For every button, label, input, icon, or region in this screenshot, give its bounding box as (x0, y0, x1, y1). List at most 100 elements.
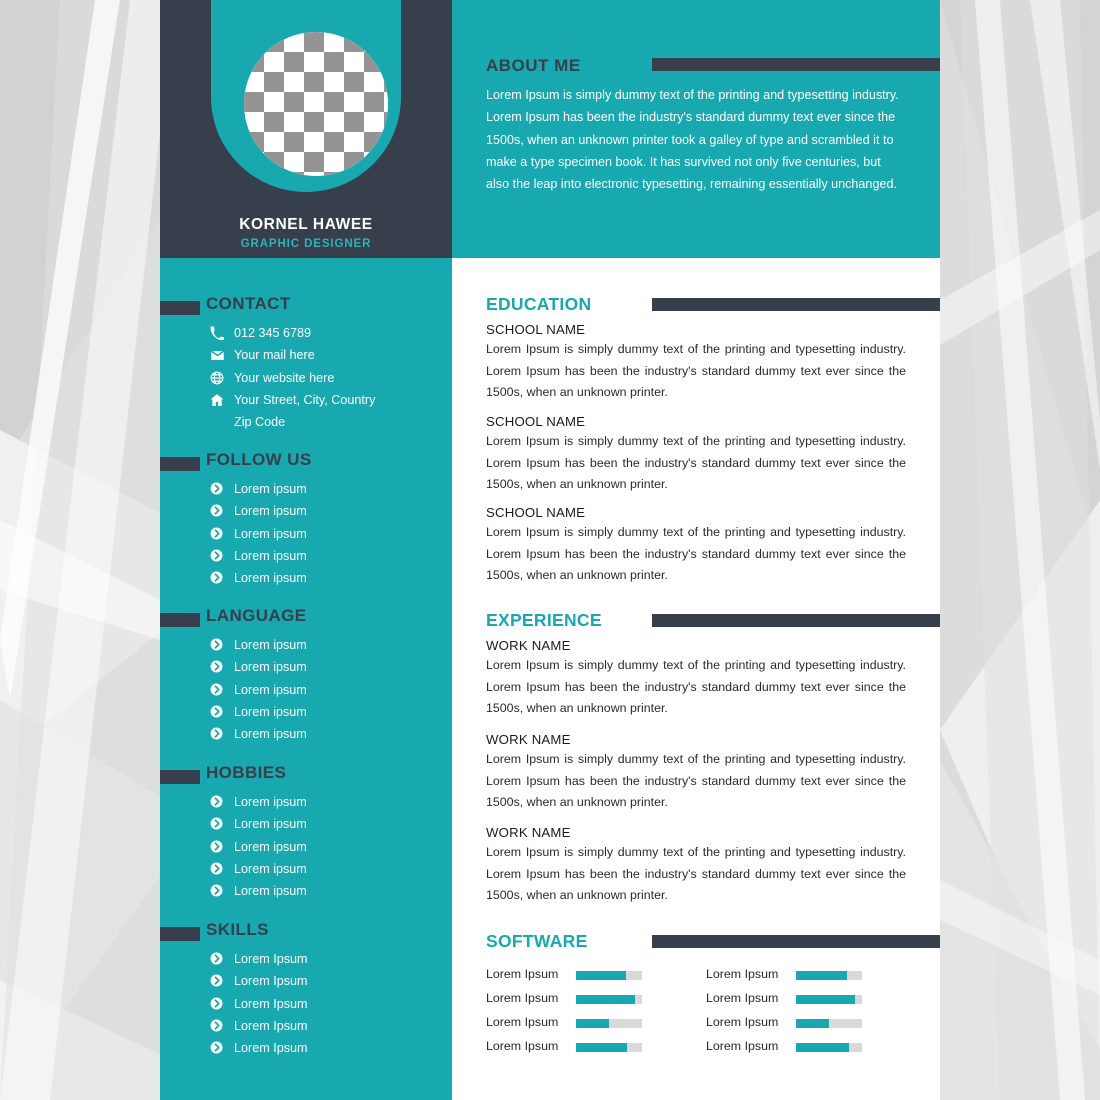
entry-heading: SCHOOL NAME (486, 322, 586, 337)
chevron-right-circle-icon (210, 504, 226, 520)
phone-icon (210, 326, 226, 342)
list-item-label: Lorem ipsum (234, 682, 307, 697)
list-item[interactable]: 012 345 6789 (160, 324, 452, 346)
education-entry: SCHOOL NAME Lorem Ipsum is simply dummy … (486, 505, 906, 587)
education-title: EDUCATION (486, 294, 592, 314)
list-item-label: Lorem ipsum (234, 795, 307, 809)
person-name: KORNEL HAWEE (239, 216, 373, 233)
sidebar: CONTACT 012 345 6789 Your mail here Your… (160, 258, 452, 1100)
software-accent-bar (652, 935, 940, 948)
skills-title: SKILLS (206, 920, 269, 939)
list-item[interactable]: Your Street, City, Country (160, 391, 452, 413)
list-item-label: Lorem ipsum (234, 704, 307, 719)
list-item[interactable]: Lorem Ipsum (160, 972, 452, 994)
software-skill-track (576, 995, 642, 1004)
list-item[interactable]: Lorem ipsum (160, 569, 452, 591)
list-item[interactable]: Lorem Ipsum (160, 995, 452, 1017)
chevron-right-circle-icon (210, 1019, 226, 1035)
software-skill-fill (796, 995, 856, 1004)
chevron-right-circle-icon (210, 727, 226, 743)
chevron-right-circle-icon (210, 571, 226, 587)
experience-entry: WORK NAME Lorem Ipsum is simply dummy te… (486, 638, 906, 720)
list-item-label: Your website here (234, 370, 335, 385)
list-item[interactable]: Lorem ipsum (160, 658, 452, 680)
entry-body: Lorem Ipsum is simply dummy text of the … (486, 845, 906, 902)
list-item[interactable]: Lorem ipsum (160, 525, 452, 547)
follow-us-list: Lorem ipsum Lorem ipsum Lorem ipsum Lore… (160, 480, 452, 591)
entry-heading: WORK NAME (486, 825, 571, 840)
list-item[interactable]: Lorem Ipsum (160, 1017, 452, 1039)
list-item[interactable]: Lorem Ipsum (160, 1039, 452, 1061)
list-item[interactable]: Lorem ipsum (160, 480, 452, 502)
software-skill-fill (796, 971, 847, 980)
list-item-label: Lorem ipsum (234, 571, 307, 586)
list-item[interactable]: Lorem ipsum (160, 547, 452, 569)
software-skill-fill (796, 1019, 829, 1028)
software-skill-track (576, 1019, 642, 1028)
list-item-label: Lorem Ipsum (234, 1018, 308, 1033)
chevron-right-circle-icon (210, 840, 226, 856)
chevron-right-circle-icon (210, 974, 226, 990)
software-skill-track (576, 1043, 642, 1052)
list-item[interactable]: Your website here (160, 369, 452, 391)
list-item-label: Zip Code (234, 415, 286, 430)
list-item-label: Lorem Ipsum (234, 952, 308, 966)
home-icon (210, 393, 226, 409)
list-item-label: Lorem ipsum (234, 884, 307, 899)
experience-entry: WORK NAME Lorem Ipsum is simply dummy te… (486, 732, 906, 814)
entry-heading: WORK NAME (486, 638, 571, 653)
follow-us-title: FOLLOW US (206, 450, 312, 469)
chevron-right-circle-icon (210, 884, 226, 900)
software-skill-label: Lorem Ipsum (486, 991, 559, 1005)
software-skill-fill (576, 1043, 628, 1052)
list-item[interactable]: Lorem ipsum (160, 636, 452, 658)
person-role: GRAPHIC DESIGNER (240, 238, 372, 250)
section-tab-marker (160, 770, 200, 784)
education-entry: SCHOOL NAME Lorem Ipsum is simply dummy … (486, 322, 906, 404)
software-skill-label: Lorem Ipsum (706, 991, 779, 1005)
software-skill-track (796, 1043, 862, 1052)
entry-heading: SCHOOL NAME (486, 505, 586, 520)
chevron-right-circle-icon (210, 683, 226, 699)
chevron-right-circle-icon (210, 952, 226, 968)
hobbies-title: HOBBIES (206, 763, 287, 782)
list-item[interactable]: Lorem Ipsum (160, 950, 452, 972)
section-tab-marker (160, 613, 200, 627)
section-tab-marker (160, 927, 200, 941)
list-item[interactable]: Lorem ipsum (160, 725, 452, 747)
section-tab-marker (160, 457, 200, 471)
list-item[interactable]: Your mail here (160, 346, 452, 368)
hobbies-list: Lorem ipsum Lorem ipsum Lorem ipsum Lore… (160, 793, 452, 904)
list-item-label: Lorem Ipsum (234, 1041, 308, 1056)
section-tab-marker (160, 301, 200, 315)
software-skill-fill (576, 971, 626, 980)
list-item-label: Lorem ipsum (234, 727, 307, 742)
list-item[interactable]: Lorem ipsum (160, 681, 452, 703)
list-item-label: Lorem Ipsum (234, 996, 308, 1011)
chevron-right-circle-icon (210, 549, 226, 565)
resume-header: KORNEL HAWEE GRAPHIC DESIGNER ABOUT ME L… (160, 0, 940, 258)
chevron-right-circle-icon (210, 1041, 226, 1057)
chevron-right-circle-icon (210, 862, 226, 878)
experience-title: EXPERIENCE (486, 610, 602, 630)
header-left-panel: KORNEL HAWEE GRAPHIC DESIGNER (160, 0, 452, 258)
software-skill-label: Lorem Ipsum (706, 1039, 779, 1053)
list-item[interactable]: Lorem ipsum (160, 815, 452, 837)
entry-heading: SCHOOL NAME (486, 414, 586, 429)
list-item[interactable]: Lorem ipsum (160, 838, 452, 860)
list-item[interactable]: Lorem ipsum (160, 882, 452, 904)
list-item-label: Lorem Ipsum (234, 974, 308, 989)
entry-body: Lorem Ipsum is simply dummy text of the … (486, 752, 906, 809)
list-item[interactable]: Lorem ipsum (160, 793, 452, 815)
experience-accent-bar (652, 614, 940, 627)
list-item-label: Lorem ipsum (234, 548, 307, 563)
entry-body: Lorem Ipsum is simply dummy text of the … (486, 434, 906, 491)
list-item[interactable]: Lorem ipsum (160, 860, 452, 882)
about-me-text: Lorem Ipsum is simply dummy text of the … (486, 88, 899, 192)
list-item[interactable]: Zip Code (160, 413, 452, 435)
list-item[interactable]: Lorem ipsum (160, 502, 452, 524)
list-item[interactable]: Lorem ipsum (160, 703, 452, 725)
list-item-label: Lorem ipsum (234, 482, 307, 496)
software-skill-label: Lorem Ipsum (486, 967, 559, 981)
software-title: SOFTWARE (486, 931, 588, 951)
